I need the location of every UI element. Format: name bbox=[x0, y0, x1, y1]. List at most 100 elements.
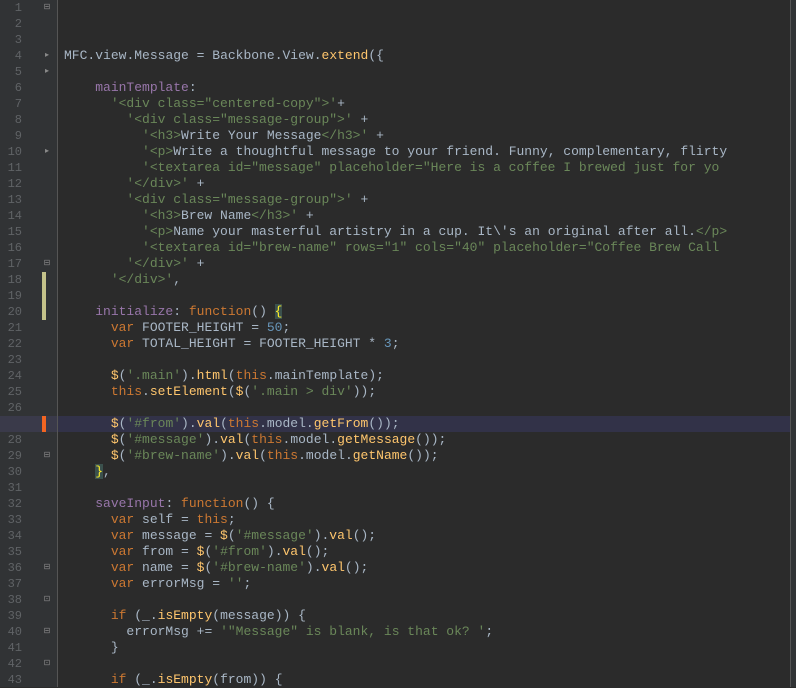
token-punct: ( bbox=[228, 368, 236, 383]
gutter-row: 39 bbox=[0, 608, 57, 624]
code-line[interactable]: if (_.isEmpty(message)) { bbox=[64, 608, 790, 624]
fold-open-icon: ⊟ bbox=[43, 564, 52, 573]
code-area[interactable]: MFC.view.Message = Backbone.View.extend(… bbox=[58, 0, 790, 687]
token-punct: ; bbox=[228, 512, 236, 527]
gutter-row: 26 bbox=[0, 400, 57, 416]
line-number: 1 bbox=[0, 0, 24, 16]
fold-toggle[interactable]: ⊟ bbox=[38, 628, 56, 637]
code-line[interactable]: var TOTAL_HEIGHT = FOOTER_HEIGHT * 3; bbox=[64, 336, 790, 352]
code-line[interactable]: '<textarea id="brew-name" rows="1" cols=… bbox=[64, 240, 790, 256]
code-line[interactable]: var from = $('#from').val(); bbox=[64, 544, 790, 560]
token-brace-hl: } bbox=[95, 464, 103, 479]
code-line[interactable]: var self = this; bbox=[64, 512, 790, 528]
token-fn: html bbox=[197, 368, 228, 383]
code-line[interactable]: '</div>', bbox=[64, 272, 790, 288]
fold-toggle[interactable]: ⊟ bbox=[38, 4, 56, 13]
code-line[interactable]: this.setElement($('.main > div')); bbox=[64, 384, 790, 400]
line-number: 8 bbox=[0, 112, 24, 128]
code-line[interactable]: '</div>' + bbox=[64, 256, 790, 272]
token-punct: = bbox=[204, 576, 227, 591]
token-punct: = bbox=[197, 528, 220, 543]
code-line[interactable] bbox=[64, 592, 790, 608]
token-punct: ()); bbox=[407, 448, 438, 463]
token-str: '<h3> bbox=[142, 128, 181, 143]
code-line[interactable] bbox=[64, 288, 790, 304]
gutter[interactable]: 1⊟234▸5▸678910▸11121314151617⊟1819202122… bbox=[0, 0, 58, 687]
code-line[interactable]: initialize: function() { bbox=[64, 304, 790, 320]
token-punct: (); bbox=[306, 544, 329, 559]
code-line[interactable]: errorMsg += '"Message" is blank, is that… bbox=[64, 624, 790, 640]
code-line[interactable]: mainTemplate: bbox=[64, 80, 790, 96]
line-number: 5 bbox=[0, 64, 24, 80]
code-line[interactable]: '<p>Write a thoughtful message to your f… bbox=[64, 144, 790, 160]
token-fn: getName bbox=[353, 448, 408, 463]
token-kw: var bbox=[111, 320, 134, 335]
token-punct: + bbox=[189, 256, 205, 271]
code-line[interactable]: }, bbox=[64, 464, 790, 480]
token-punct: = bbox=[173, 512, 196, 527]
code-line[interactable] bbox=[64, 352, 790, 368]
code-line[interactable]: '<div class="message-group">' + bbox=[64, 192, 790, 208]
code-line[interactable]: $('.main').html(this.mainTemplate); bbox=[64, 368, 790, 384]
fold-toggle[interactable]: ▸ bbox=[38, 148, 56, 157]
token-str: '</div>' bbox=[111, 272, 173, 287]
code-line[interactable]: '<textarea id="message" placeholder="Her… bbox=[64, 160, 790, 176]
gutter-row: 36⊟ bbox=[0, 560, 57, 576]
gutter-row: 3 bbox=[0, 32, 57, 48]
token-ident: model bbox=[267, 416, 306, 431]
code-line[interactable]: $('#brew-name').val(this.model.getName()… bbox=[64, 448, 790, 464]
gutter-row: 33 bbox=[0, 512, 57, 528]
fold-toggle[interactable]: ⊡ bbox=[38, 660, 56, 669]
token-punct: , bbox=[103, 464, 111, 479]
line-number: 16 bbox=[0, 240, 24, 256]
code-line[interactable]: '<div class="message-group">' + bbox=[64, 112, 790, 128]
code-line[interactable]: $('#message').val(this.model.getMessage(… bbox=[64, 432, 790, 448]
fold-toggle[interactable]: ⊡ bbox=[38, 596, 56, 605]
code-line[interactable]: var errorMsg = ''; bbox=[64, 576, 790, 592]
token-punct: + bbox=[337, 96, 345, 111]
code-line[interactable]: $('#from').val(this.model.getFrom()); bbox=[64, 416, 790, 432]
fold-toggle[interactable]: ⊟ bbox=[38, 260, 56, 269]
token-punct: ( bbox=[212, 608, 220, 623]
token-kw: function bbox=[181, 496, 243, 511]
gutter-row: 13 bbox=[0, 192, 57, 208]
gutter-row: 18 bbox=[0, 272, 57, 288]
code-line[interactable]: } bbox=[64, 640, 790, 656]
code-line[interactable]: '<div class="centered-copy">'+ bbox=[64, 96, 790, 112]
code-line[interactable]: if (_.isEmpty(from)) { bbox=[64, 672, 790, 687]
line-number: 10 bbox=[0, 144, 24, 160]
token-str: '#message' bbox=[236, 528, 314, 543]
token-fn: setElement bbox=[150, 384, 228, 399]
gutter-row: 40⊟ bbox=[0, 624, 57, 640]
code-line[interactable]: '<h3>Write Your Message</h3>' + bbox=[64, 128, 790, 144]
fold-toggle[interactable]: ▸ bbox=[38, 68, 56, 77]
token-ident: name bbox=[142, 560, 173, 575]
token-str: '<p> bbox=[142, 224, 173, 239]
code-line[interactable] bbox=[64, 64, 790, 80]
gutter-row: 32 bbox=[0, 496, 57, 512]
fold-toggle[interactable]: ▸ bbox=[38, 52, 56, 61]
code-line[interactable] bbox=[64, 480, 790, 496]
code-line[interactable] bbox=[64, 400, 790, 416]
code-line[interactable]: var message = $('#message').val(); bbox=[64, 528, 790, 544]
fold-open-icon: ⊟ bbox=[43, 628, 52, 637]
code-line[interactable]: saveInput: function() { bbox=[64, 496, 790, 512]
token-ident: model bbox=[290, 432, 329, 447]
code-line[interactable]: '<p>Name your masterful artistry in a cu… bbox=[64, 224, 790, 240]
fold-toggle[interactable]: ⊟ bbox=[38, 564, 56, 573]
code-line[interactable]: '<h3>Brew Name</h3>' + bbox=[64, 208, 790, 224]
gutter-row: 15 bbox=[0, 224, 57, 240]
fold-toggle[interactable]: ⊟ bbox=[38, 452, 56, 461]
change-marker-modified bbox=[42, 272, 46, 320]
line-number: 3 bbox=[0, 32, 24, 48]
token-num: 50 bbox=[267, 320, 283, 335]
token-fn: val bbox=[236, 448, 259, 463]
code-line[interactable]: var FOOTER_HEIGHT = 50; bbox=[64, 320, 790, 336]
code-line[interactable] bbox=[64, 656, 790, 672]
code-line[interactable]: var name = $('#brew-name').val(); bbox=[64, 560, 790, 576]
code-line[interactable]: MFC.view.Message = Backbone.View.extend(… bbox=[64, 48, 790, 64]
line-number: 9 bbox=[0, 128, 24, 144]
token-punct: ()); bbox=[415, 432, 446, 447]
scrollbar-minimap[interactable] bbox=[790, 0, 796, 687]
code-line[interactable]: '</div>' + bbox=[64, 176, 790, 192]
